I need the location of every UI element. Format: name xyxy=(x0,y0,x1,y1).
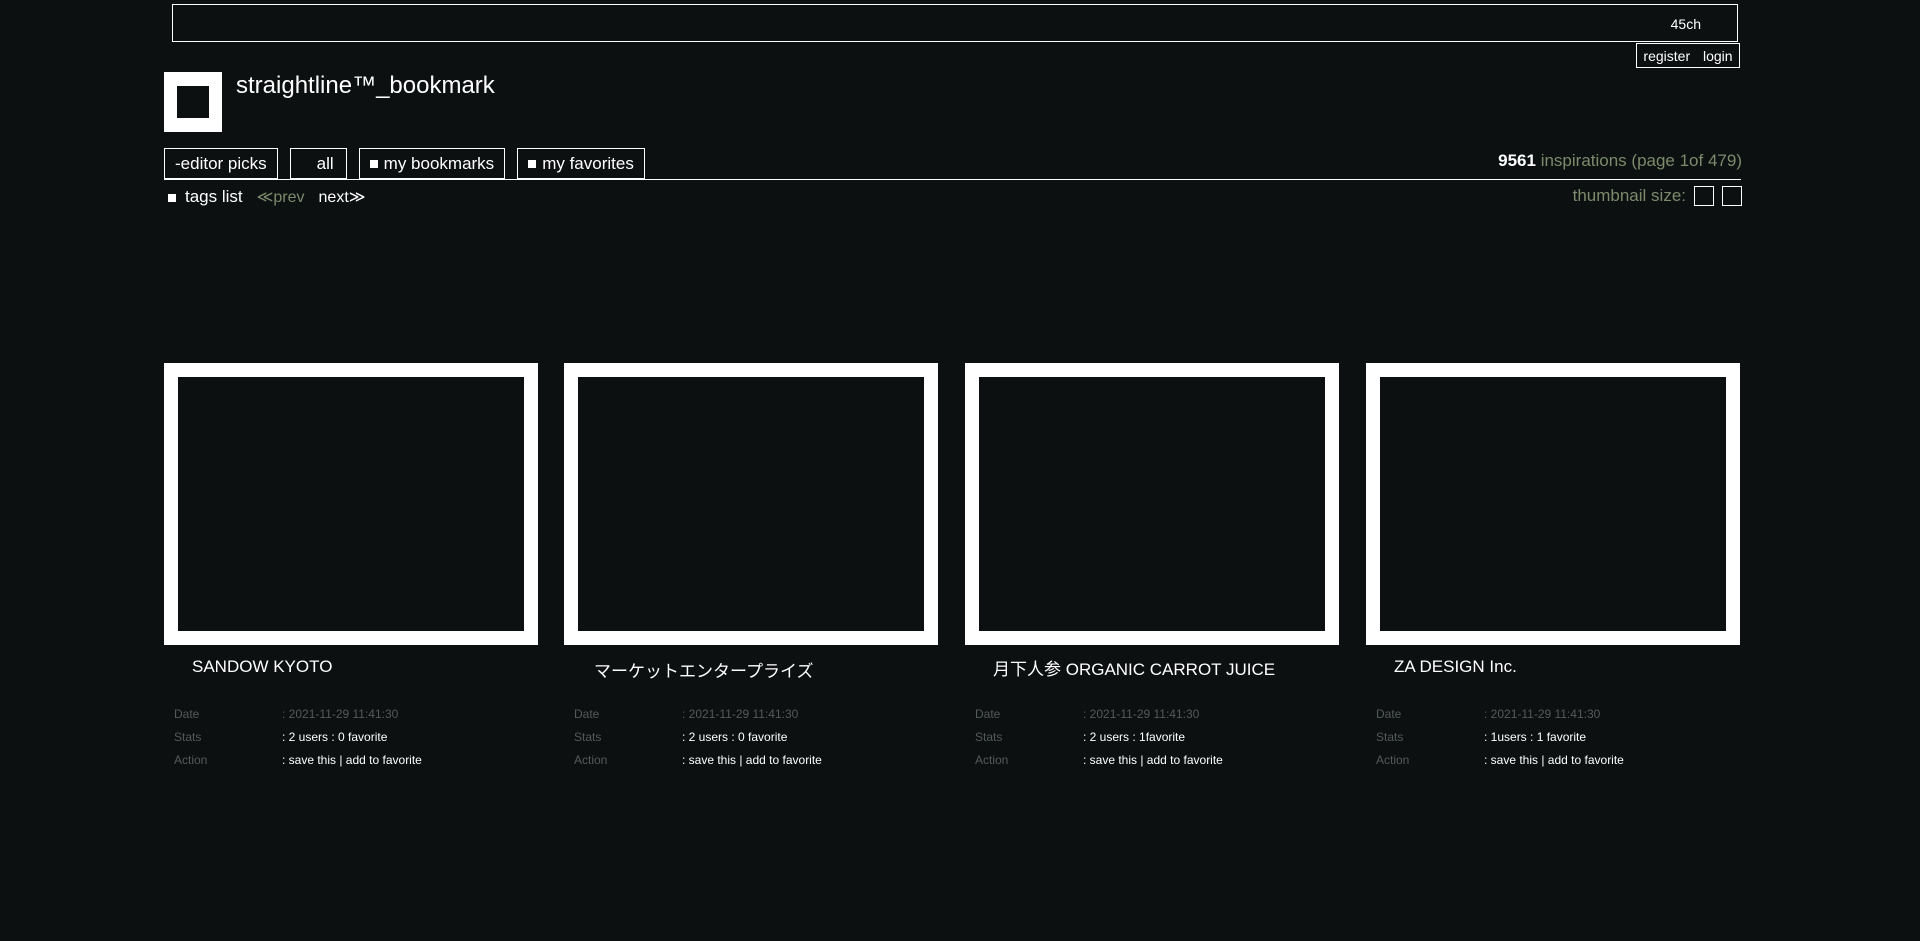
site-title[interactable]: straightline™_bookmark xyxy=(236,72,495,100)
thumbnail-small-button[interactable] xyxy=(1694,186,1714,206)
date-label: Date xyxy=(1376,707,1402,721)
card-title[interactable]: マーケットエンタープライズ xyxy=(594,657,813,682)
action-label: Action xyxy=(174,753,208,767)
thumbnail-image[interactable] xyxy=(1366,363,1740,645)
prev-link[interactable]: ≪prev xyxy=(257,187,305,207)
tab-divider xyxy=(164,179,1741,180)
tags-list-link[interactable]: tags list xyxy=(168,187,243,207)
date-value: : 2021-11-29 11:41:30 xyxy=(682,707,799,721)
bookmark-card: マーケットエンタープライズ Date : 2021-11-29 11:41:30… xyxy=(564,363,938,767)
tab-my-favorites[interactable]: my favorites xyxy=(517,148,645,179)
square-bullet-icon xyxy=(369,159,378,168)
auth-box: register login xyxy=(1636,43,1740,68)
inspirations-text: inspirations (page 1of 479) xyxy=(1535,151,1742,170)
action-links[interactable]: : save this | add to favorite xyxy=(682,753,822,767)
stats-value: : 2 users : 0 favorite xyxy=(282,730,388,744)
date-label: Date xyxy=(574,707,600,721)
bookmark-card: ZA DESIGN Inc. Date : 2021-11-29 11:41:3… xyxy=(1366,363,1740,767)
bookmark-card: SANDOW KYOTO Date : 2021-11-29 11:41:30 … xyxy=(164,363,538,767)
register-link[interactable]: register xyxy=(1643,48,1690,64)
bookmark-card: 月下人参 ORGANIC CARROT JUICE Date : 2021-11… xyxy=(965,363,1339,767)
next-link[interactable]: next≫ xyxy=(319,187,366,207)
action-links[interactable]: : save this | add to favorite xyxy=(1484,753,1624,767)
sub-navigation: tags list ≪prev next≫ xyxy=(168,187,366,207)
stats-label: Stats xyxy=(1376,730,1404,744)
stats-label: Stats xyxy=(174,730,202,744)
stats-value: : 2 users : 0 favorite xyxy=(682,730,788,744)
square-bullet-icon xyxy=(168,194,176,202)
tags-list-label: tags list xyxy=(185,187,243,206)
action-label: Action xyxy=(975,753,1009,767)
card-title[interactable]: 月下人参 ORGANIC CARROT JUICE xyxy=(993,655,1275,680)
card-title[interactable]: ZA DESIGN Inc. xyxy=(1394,657,1517,677)
tab-label: my favorites xyxy=(542,153,634,173)
stats-label: Stats xyxy=(975,730,1003,744)
card-title[interactable]: SANDOW KYOTO xyxy=(192,657,332,677)
date-label: Date xyxy=(174,707,200,721)
tab-editor-picks[interactable]: -editor picks xyxy=(164,148,278,179)
tab-bar: -editor picks all my bookmarks my favori… xyxy=(164,148,645,179)
tab-label: -editor picks xyxy=(175,153,267,173)
login-link[interactable]: login xyxy=(1703,48,1733,64)
tab-label: all xyxy=(316,153,334,173)
action-links[interactable]: : save this | add to favorite xyxy=(282,753,422,767)
thumbnail-image[interactable] xyxy=(564,363,938,645)
tab-my-bookmarks[interactable]: my bookmarks xyxy=(358,148,506,179)
date-value: : 2021-11-29 11:41:30 xyxy=(1083,707,1200,721)
inspirations-count: 9561 xyxy=(1498,151,1536,170)
date-value: : 2021-11-29 11:41:30 xyxy=(282,707,399,721)
thread-count[interactable]: 45ch xyxy=(1671,16,1701,32)
top-bar: 45ch xyxy=(172,4,1738,42)
tab-label: my bookmarks xyxy=(383,153,495,173)
date-value: : 2021-11-29 11:41:30 xyxy=(1484,707,1601,721)
action-label: Action xyxy=(574,753,608,767)
stats-value: : 1users : 1 favorite xyxy=(1484,730,1587,744)
thumbnail-image[interactable] xyxy=(164,363,538,645)
stats-label: Stats xyxy=(574,730,602,744)
square-bullet-icon xyxy=(528,159,537,168)
tab-all[interactable]: all xyxy=(289,148,347,179)
thumbnail-image[interactable] xyxy=(965,363,1339,645)
inspirations-summary: 9561 inspirations (page 1of 479) xyxy=(1498,151,1742,171)
thumbnail-large-button[interactable] xyxy=(1722,186,1742,206)
site-logo[interactable] xyxy=(164,72,222,132)
thumbnail-size-label: thumbnail size: xyxy=(1572,186,1686,205)
action-links[interactable]: : save this | add to favorite xyxy=(1083,753,1223,767)
thumbnail-size-control: thumbnail size: xyxy=(1573,186,1742,206)
date-label: Date xyxy=(975,707,1001,721)
stats-value: : 2 users : 1favorite xyxy=(1083,730,1186,744)
action-label: Action xyxy=(1376,753,1410,767)
